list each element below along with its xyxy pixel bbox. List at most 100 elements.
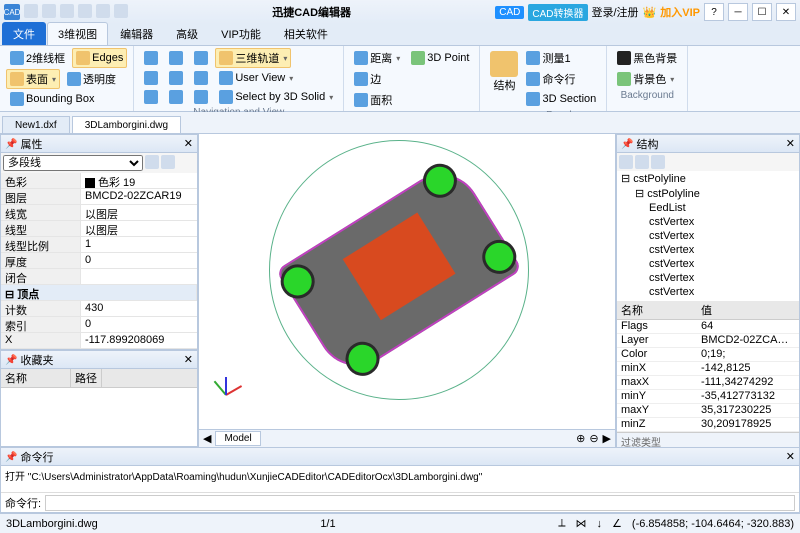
property-row[interactable]: 线型以图层 [1, 221, 197, 237]
btn-struct-big[interactable]: 结构 [486, 48, 522, 111]
qat-icon[interactable] [78, 4, 92, 18]
tab-editor[interactable]: 编辑器 [109, 22, 164, 45]
tree-item[interactable]: cstVertex [617, 243, 799, 257]
btn-3dsection[interactable]: 3D Section [522, 90, 600, 108]
property-row[interactable]: 索引0 [1, 317, 197, 333]
tab-vip[interactable]: VIP功能 [210, 22, 272, 45]
btn-surface[interactable]: 表面▾ [6, 69, 60, 89]
tree-item[interactable]: cstVertex [617, 229, 799, 243]
struct-tool-icon[interactable] [619, 155, 633, 169]
props-tool-icon[interactable] [161, 155, 175, 169]
btn-area[interactable]: 面积 [350, 90, 396, 110]
btn-edges[interactable]: Edges [72, 48, 127, 68]
qat-icon[interactable] [42, 4, 56, 18]
btn-view6[interactable] [190, 88, 212, 106]
struct-tool-icon[interactable] [635, 155, 649, 169]
structure-tree[interactable]: ⊟ cstPolyline⊟ cstPolylineEedListcstVert… [617, 171, 799, 301]
property-row[interactable]: 闭合 [1, 269, 197, 285]
btn-edge[interactable]: 边 [350, 69, 385, 89]
tab-advanced[interactable]: 高级 [165, 22, 209, 45]
vtab-model[interactable]: Model [215, 431, 260, 446]
close-button[interactable]: ✕ [776, 3, 796, 21]
btn-view2[interactable] [165, 69, 187, 87]
tree-item[interactable]: ⊟ cstPolyline [617, 186, 799, 201]
help-button[interactable]: ? [704, 3, 724, 21]
btn-zoom-out[interactable] [190, 48, 212, 68]
close-icon[interactable]: ✕ [184, 353, 193, 366]
btn-cmdline[interactable]: 命令行 [522, 69, 579, 89]
close-icon[interactable]: ✕ [786, 450, 795, 463]
btn-3dpoint[interactable]: 3D Point [407, 48, 473, 68]
vtab-prev-icon[interactable]: ◀ [203, 432, 211, 445]
btn-select3d[interactable]: Select by 3D Solid▾ [215, 88, 337, 106]
tree-item[interactable]: cstVertex [617, 271, 799, 285]
tree-item[interactable]: ⊟ cstPolyline [617, 171, 799, 186]
pin-icon[interactable] [5, 354, 17, 366]
snap-icon[interactable]: ∠ [612, 517, 622, 530]
pin-icon[interactable] [5, 451, 17, 463]
login-link[interactable]: 登录/注册 [592, 4, 639, 20]
property-row[interactable]: 色彩色彩 19 [1, 173, 197, 189]
main-area: 属性✕ 多段线 色彩色彩 19图层BMCD2-02ZCAR19线宽以图层线型以图… [0, 134, 800, 447]
panel-title: 命令行 [20, 449, 53, 465]
vip-button[interactable]: 加入VIP [660, 4, 700, 20]
btn-view5[interactable] [165, 88, 187, 106]
btn-opacity[interactable]: 透明度 [63, 69, 120, 89]
property-row[interactable]: 厚度0 [1, 253, 197, 269]
property-row[interactable]: X-117.899208069 [1, 333, 197, 349]
props-tool-icon[interactable] [145, 155, 159, 169]
btn-bgcolor[interactable]: 背景色▾ [613, 69, 678, 89]
canvas-3d[interactable] [199, 134, 615, 429]
tree-item[interactable]: EedList [617, 201, 799, 215]
cad-badge[interactable]: CAD [495, 6, 524, 19]
tree-item[interactable]: cstVertex [617, 215, 799, 229]
qat-icon[interactable] [24, 4, 38, 18]
btn-meas1[interactable]: 测量1 [522, 48, 574, 68]
maximize-button[interactable]: ☐ [752, 3, 772, 21]
struct-tool-icon[interactable] [651, 155, 665, 169]
minimize-button[interactable]: ─ [728, 3, 748, 21]
tab-related[interactable]: 相关软件 [273, 22, 339, 45]
property-row[interactable]: 线宽以图层 [1, 205, 197, 221]
qat-icon[interactable] [60, 4, 74, 18]
btn-blackbg[interactable]: 黑色背景 [613, 48, 681, 68]
property-row[interactable]: 计数430 [1, 301, 197, 317]
btn-zoom-extent[interactable] [140, 48, 162, 68]
detail-row: maxY35,317230225 [617, 404, 799, 418]
btn-zoom-in[interactable] [165, 48, 187, 68]
btn-userview[interactable]: User View▾ [215, 69, 297, 87]
doc-tab[interactable]: 3DLamborgini.dwg [72, 116, 181, 133]
title-bar: CAD 迅捷CAD编辑器 CAD CAD转换器 登录/注册 👑 加入VIP ? … [0, 0, 800, 24]
btn-bbox[interactable]: Bounding Box [6, 90, 99, 108]
btn-2dwire[interactable]: 2维线框 [6, 48, 69, 68]
command-input[interactable] [45, 495, 795, 511]
ribbon-group-measure: 距离▾ 3D Point 边 面积 测量 [344, 46, 480, 111]
btn-view1[interactable] [140, 69, 162, 87]
vtab-zoom-icon[interactable]: ⊕ [576, 432, 585, 445]
snap-icon[interactable]: ⋈ [576, 517, 587, 530]
pin-icon[interactable] [621, 138, 633, 150]
quick-access: CAD [4, 4, 128, 20]
btn-view4[interactable] [140, 88, 162, 106]
btn-distance[interactable]: 距离▾ [350, 48, 404, 68]
qat-icon[interactable] [114, 4, 128, 18]
tree-item[interactable]: cstVertex [617, 285, 799, 299]
property-row[interactable]: 线型比例1 [1, 237, 197, 253]
snap-icon[interactable]: ↓ [597, 518, 603, 530]
doc-tab[interactable]: New1.dxf [2, 116, 70, 133]
vtab-next-icon[interactable]: ▶ [603, 432, 611, 445]
btn-3dorbit[interactable]: 三维轨道▾ [215, 48, 291, 68]
tab-file[interactable]: 文件 [2, 22, 46, 45]
close-icon[interactable]: ✕ [184, 137, 193, 150]
tab-3dview[interactable]: 3维视图 [47, 22, 108, 45]
cad-convert-button[interactable]: CAD转换器 [528, 4, 587, 21]
snap-icon[interactable]: ⟂ [558, 517, 565, 530]
property-row[interactable]: 图层BMCD2-02ZCAR19 [1, 189, 197, 205]
tree-item[interactable]: cstVertex [617, 257, 799, 271]
vtab-zoom-out-icon[interactable]: ⊖ [589, 432, 598, 445]
pin-icon[interactable] [5, 138, 17, 150]
qat-icon[interactable] [96, 4, 110, 18]
btn-view3[interactable] [190, 69, 212, 87]
object-type-select[interactable]: 多段线 [3, 155, 143, 171]
close-icon[interactable]: ✕ [786, 137, 795, 150]
